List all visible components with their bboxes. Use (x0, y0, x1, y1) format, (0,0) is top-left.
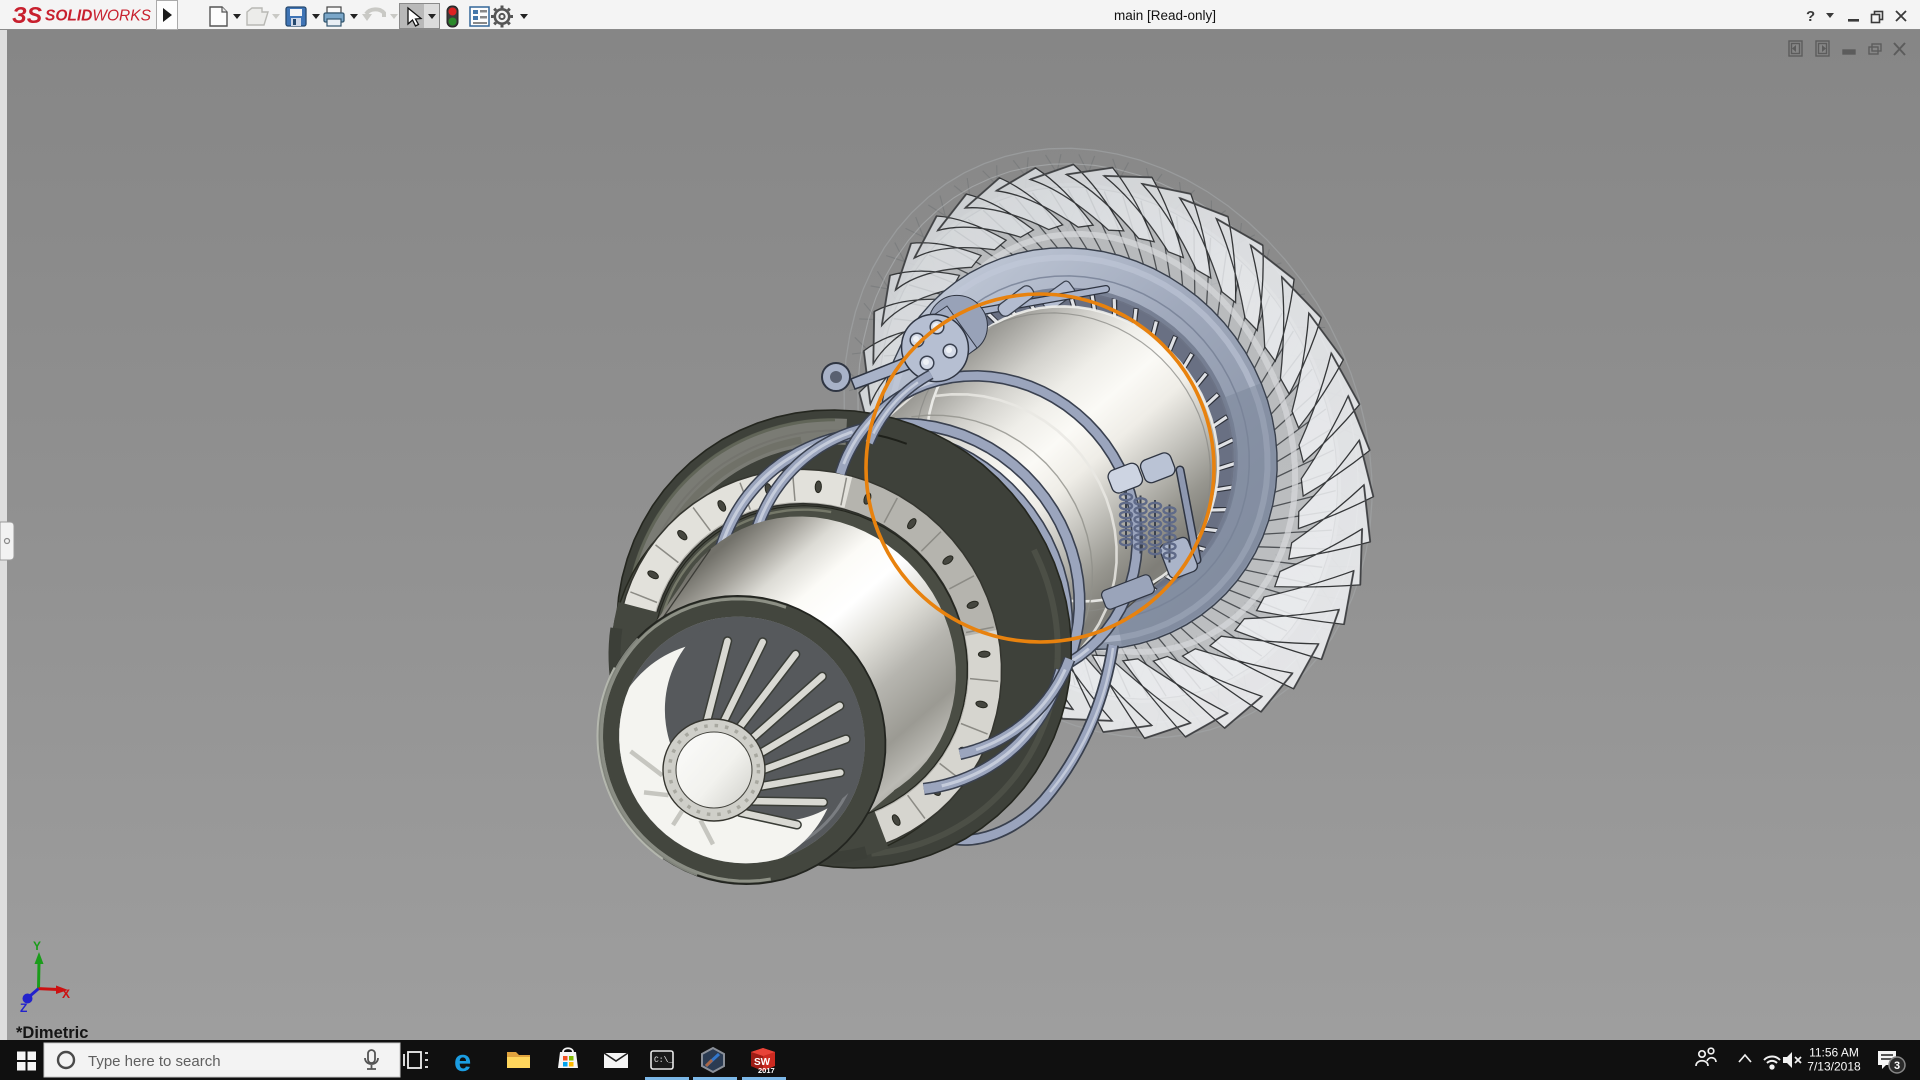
svg-text:C:\_: C:\_ (654, 1056, 673, 1065)
svg-text:Type here to search: Type here to search (88, 1053, 221, 1070)
svg-text:SOLIDWORKS: SOLIDWORKS (45, 8, 152, 25)
svg-text:*Dimetric: *Dimetric (16, 1024, 88, 1040)
svg-text:3: 3 (1894, 1060, 1900, 1072)
svg-text:2017: 2017 (758, 1066, 775, 1075)
svg-text:7/13/2018: 7/13/2018 (1807, 1060, 1861, 1074)
svg-text:Z: Z (20, 1001, 27, 1015)
svg-text:main [Read-only]: main [Read-only] (1114, 8, 1216, 23)
svg-text:Y: Y (33, 939, 41, 953)
svg-text:ЗS: ЗS (12, 2, 43, 28)
svg-text:e: e (454, 1043, 471, 1078)
svg-text:X: X (62, 987, 70, 1001)
svg-text:?: ? (1806, 8, 1815, 25)
svg-text:11:56 AM: 11:56 AM (1809, 1046, 1859, 1060)
